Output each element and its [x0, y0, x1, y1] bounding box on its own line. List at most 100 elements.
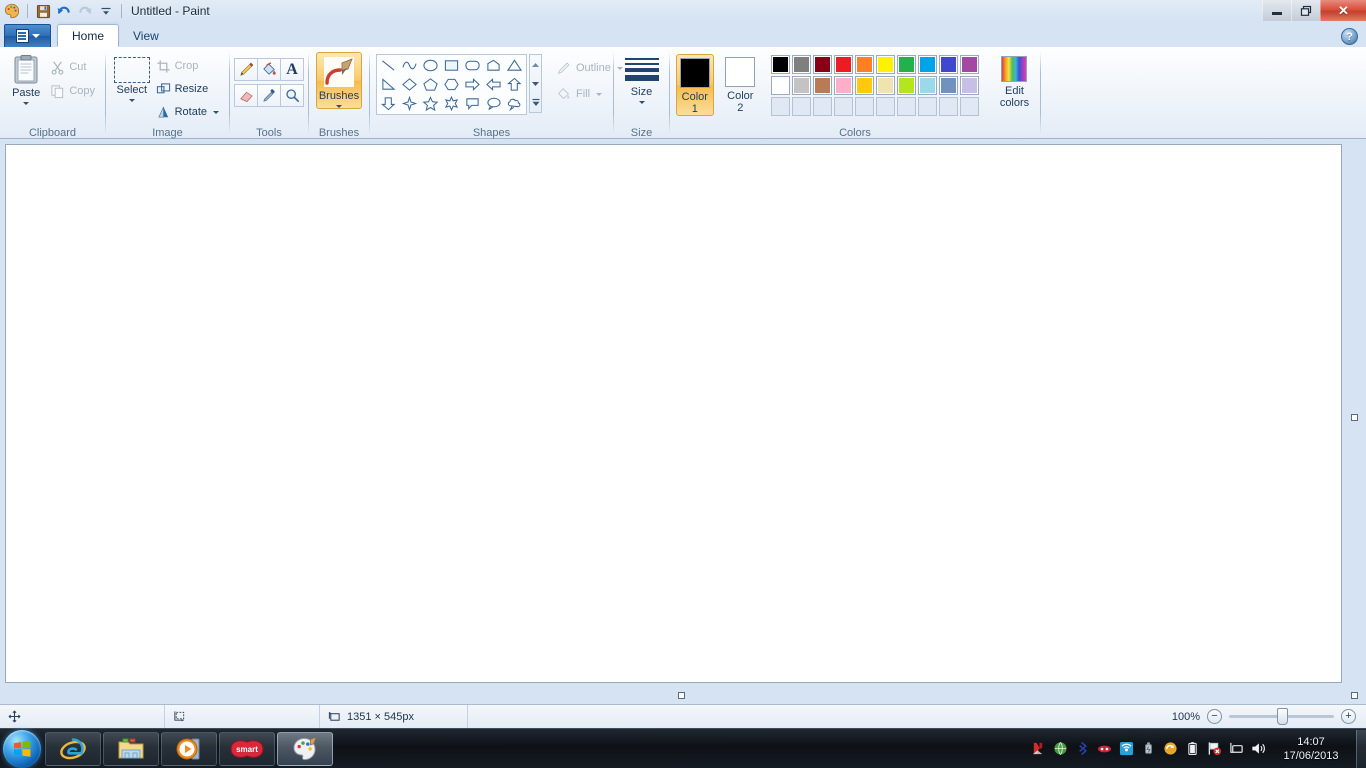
palette-swatch-1-9[interactable]	[938, 55, 958, 74]
palette-swatch-2-6[interactable]	[875, 76, 895, 95]
shape-five-point-star[interactable]	[420, 94, 441, 113]
network-globe-icon[interactable]	[1052, 741, 1068, 757]
shape-rounded-callout[interactable]	[462, 94, 483, 113]
palette-swatch-2-5[interactable]	[854, 76, 874, 95]
shape-oval[interactable]	[420, 56, 441, 75]
palette-swatch-2-9[interactable]	[938, 76, 958, 95]
flag-error-icon[interactable]	[1206, 741, 1222, 757]
save-icon[interactable]	[34, 2, 52, 20]
eraser-icon[interactable]	[234, 84, 258, 107]
select-dropdown-icon[interactable]	[128, 99, 135, 102]
help-icon[interactable]: ?	[1341, 28, 1358, 45]
show-desktop-button[interactable]	[1356, 729, 1366, 768]
tab-home[interactable]: Home	[57, 24, 120, 47]
file-menu-button[interactable]	[4, 24, 51, 47]
palette-swatch-1-8[interactable]	[917, 55, 937, 74]
minimize-button[interactable]	[1262, 0, 1291, 21]
tab-view[interactable]: View	[119, 25, 173, 47]
palette-swatch-3-6[interactable]	[875, 97, 895, 116]
palette-swatch-2-7[interactable]	[896, 76, 916, 95]
palette-swatch-2-4[interactable]	[833, 76, 853, 95]
resize-button[interactable]: Resize	[152, 78, 223, 100]
palette-swatch-3-9[interactable]	[938, 97, 958, 116]
right-resize-handle[interactable]	[1351, 414, 1358, 421]
magnifier-icon[interactable]	[280, 84, 304, 107]
shape-hexagon[interactable]	[441, 75, 462, 94]
taskbar-item-paint[interactable]	[277, 731, 333, 766]
fill-dropdown-icon[interactable]	[596, 92, 603, 96]
palette-swatch-2-1[interactable]	[770, 76, 790, 95]
palette-swatch-1-4[interactable]	[833, 55, 853, 74]
canvas-work-area[interactable]	[0, 139, 1366, 704]
shape-pentagon[interactable]	[420, 75, 441, 94]
kaspersky-icon[interactable]	[1030, 741, 1046, 757]
paste-dropdown-icon[interactable]	[23, 102, 30, 105]
start-button[interactable]	[3, 729, 41, 768]
close-button[interactable]: ✕	[1320, 0, 1366, 21]
zoom-out-button[interactable]: −	[1207, 709, 1222, 724]
shape-six-point-star[interactable]	[441, 94, 462, 113]
more-shapes-icon[interactable]	[530, 94, 541, 112]
size-dropdown-icon[interactable]	[638, 100, 645, 104]
shapes-scrollbar[interactable]	[529, 54, 542, 113]
color-1-button[interactable]: Color 1	[676, 54, 714, 116]
shape-oval-callout[interactable]	[483, 94, 504, 113]
fill-with-color-icon[interactable]	[257, 58, 281, 81]
corner-resize-handle[interactable]	[1351, 692, 1358, 699]
zoom-slider-thumb[interactable]	[1277, 708, 1288, 725]
palette-swatch-1-10[interactable]	[959, 55, 979, 74]
paint-palette-icon[interactable]	[3, 2, 21, 20]
palette-swatch-1-1[interactable]	[770, 55, 790, 74]
palette-swatch-3-7[interactable]	[896, 97, 916, 116]
palette-swatch-2-3[interactable]	[812, 76, 832, 95]
palette-swatch-3-2[interactable]	[791, 97, 811, 116]
shape-polygon[interactable]	[483, 56, 504, 75]
usb-icon[interactable]	[1140, 741, 1156, 757]
copy-button[interactable]: Copy	[46, 80, 99, 102]
taskbar-item-internet-explorer[interactable]	[45, 731, 101, 766]
shape-left-arrow[interactable]	[483, 75, 504, 94]
shape-curve[interactable]	[399, 56, 420, 75]
shape-diamond[interactable]	[399, 75, 420, 94]
rotate-button[interactable]: Rotate	[152, 101, 223, 123]
customize-qat-icon[interactable]	[97, 2, 115, 20]
paste-button[interactable]: Paste	[6, 52, 46, 105]
text-icon[interactable]: A	[280, 58, 304, 81]
palette-swatch-1-7[interactable]	[896, 55, 916, 74]
battery-icon[interactable]	[1184, 741, 1200, 757]
shape-right-arrow[interactable]	[462, 75, 483, 94]
undo-icon[interactable]	[55, 2, 73, 20]
drawing-canvas[interactable]	[5, 144, 1342, 683]
palette-swatch-3-3[interactable]	[812, 97, 832, 116]
palette-swatch-2-2[interactable]	[791, 76, 811, 95]
wireless-icon[interactable]	[1118, 741, 1134, 757]
edit-colors-button[interactable]: Edit colors	[995, 54, 1034, 109]
zoom-in-button[interactable]: +	[1341, 709, 1356, 724]
shape-rectangle[interactable]	[441, 56, 462, 75]
palette-swatch-3-10[interactable]	[959, 97, 979, 116]
network-status-icon[interactable]	[1228, 741, 1244, 757]
palette-swatch-3-8[interactable]	[917, 97, 937, 116]
shape-down-arrow[interactable]	[378, 94, 399, 113]
cut-button[interactable]: Cut	[46, 56, 99, 78]
shape-cloud-callout[interactable]	[504, 94, 525, 113]
palette-swatch-1-5[interactable]	[854, 55, 874, 74]
taskbar-item-windows-explorer[interactable]	[103, 731, 159, 766]
shape-up-arrow[interactable]	[504, 75, 525, 94]
crop-button[interactable]: Crop	[152, 55, 223, 77]
palette-swatch-3-1[interactable]	[770, 97, 790, 116]
palette-swatch-1-2[interactable]	[791, 55, 811, 74]
shape-right-triangle[interactable]	[378, 75, 399, 94]
pencil-icon[interactable]	[234, 58, 258, 81]
select-button[interactable]: Select	[112, 52, 152, 102]
brushes-dropdown-icon[interactable]	[336, 105, 342, 108]
zoom-slider[interactable]	[1229, 708, 1334, 725]
taskbar-item-media-player[interactable]	[161, 731, 217, 766]
bluetooth-icon[interactable]	[1074, 741, 1090, 757]
taskbar-item-smart-app[interactable]: smart	[219, 731, 275, 766]
color-2-button[interactable]: Color 2	[722, 54, 759, 114]
palette-swatch-1-6[interactable]	[875, 55, 895, 74]
color-picker-icon[interactable]	[257, 84, 281, 107]
scroll-down-icon[interactable]	[530, 75, 541, 93]
taskbar-clock[interactable]: 14:07 17/06/2013	[1270, 735, 1352, 763]
